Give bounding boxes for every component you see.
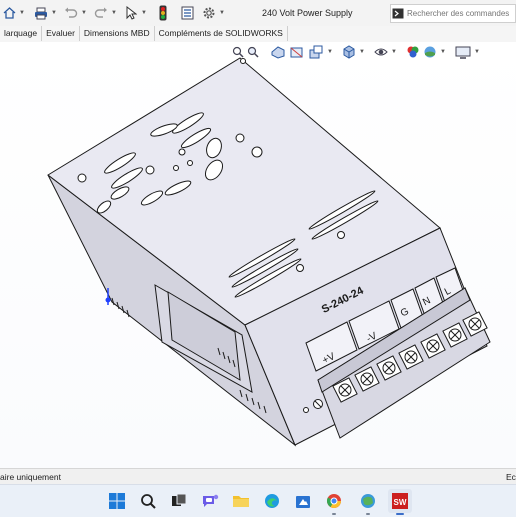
microsoft-store-icon[interactable]: [291, 489, 315, 513]
maps-icon[interactable]: [356, 489, 380, 515]
chevron-down-icon[interactable]: ▼: [19, 10, 25, 16]
status-text: aire uniquement: [0, 472, 61, 482]
heads-up-view-toolbar: ▼ ▼ ▼ ▼ ▼: [232, 44, 480, 60]
edge-browser-icon[interactable]: [260, 489, 284, 513]
home-icon[interactable]: [1, 5, 17, 21]
search-icon[interactable]: [136, 489, 160, 513]
svg-text:SW: SW: [394, 498, 407, 507]
tab-dimensions-mbd[interactable]: Dimensions MBD: [80, 26, 155, 41]
chevron-down-icon[interactable]: ▼: [474, 49, 480, 55]
window-title: 240 Volt Power Supply: [262, 8, 353, 18]
tab-evaluer[interactable]: Evaluer: [42, 26, 80, 41]
chevron-down-icon[interactable]: ▼: [219, 10, 225, 16]
command-search[interactable]: [390, 4, 516, 23]
view-settings-icon[interactable]: [455, 45, 471, 59]
search-input[interactable]: [405, 9, 513, 18]
chevron-down-icon[interactable]: ▼: [81, 10, 87, 16]
file-explorer-icon[interactable]: [229, 489, 253, 513]
chevron-down-icon[interactable]: ▼: [391, 49, 397, 55]
options-gear-icon[interactable]: [201, 5, 217, 21]
tab-marquage[interactable]: larquage: [0, 26, 43, 41]
view-orientation-icon[interactable]: [342, 45, 356, 59]
undo-icon[interactable]: [63, 5, 79, 21]
select-arrow-icon[interactable]: [123, 5, 139, 21]
title-bar: ▼ ▼ ▼ ▼ ▼ ▼ 240 Volt Power Supply: [0, 0, 516, 27]
graphics-area[interactable]: S-240-24 +V -V G N L ▼ ▼ ▼ ▼ ▼: [0, 42, 516, 468]
section-view-icon[interactable]: [289, 45, 305, 59]
zoom-area-icon[interactable]: [247, 45, 259, 59]
apply-scene-icon[interactable]: [423, 45, 437, 59]
task-view-icon[interactable]: [167, 489, 191, 513]
power-supply-model[interactable]: S-240-24 +V -V G N L: [0, 42, 516, 468]
command-prompt-icon: [391, 5, 405, 22]
previous-view-icon[interactable]: [270, 45, 286, 59]
solidworks-app-icon[interactable]: SW: [388, 489, 412, 515]
edit-appearance-icon[interactable]: [406, 45, 420, 59]
file-properties-icon[interactable]: [179, 5, 195, 21]
quick-access-toolbar: ▼ ▼ ▼ ▼ ▼ ▼: [1, 5, 225, 21]
status-units[interactable]: Ec: [506, 472, 516, 482]
chrome-browser-icon[interactable]: [322, 489, 346, 515]
redo-icon[interactable]: [93, 5, 109, 21]
chevron-down-icon[interactable]: ▼: [359, 49, 365, 55]
print-icon[interactable]: [33, 5, 49, 21]
command-manager-tabs: larquage Evaluer Dimensions MBD Compléme…: [0, 26, 516, 43]
chevron-down-icon[interactable]: ▼: [327, 49, 333, 55]
chevron-down-icon[interactable]: ▼: [440, 49, 446, 55]
windows-start-icon[interactable]: [105, 489, 129, 513]
tab-complements-solidworks[interactable]: Compléments de SOLIDWORKS: [155, 26, 288, 41]
chevron-down-icon[interactable]: ▼: [141, 10, 147, 16]
teams-chat-icon[interactable]: [198, 489, 222, 513]
rebuild-traffic-light-icon[interactable]: [155, 5, 171, 21]
display-style-icon[interactable]: [374, 45, 388, 59]
chevron-down-icon[interactable]: ▼: [51, 10, 57, 16]
chevron-down-icon[interactable]: ▼: [111, 10, 117, 16]
zoom-to-fit-icon[interactable]: [232, 45, 244, 59]
dynamic-annotation-icon[interactable]: [308, 45, 324, 59]
status-bar: aire uniquement Ec: [0, 468, 516, 485]
windows-taskbar: SW: [0, 484, 516, 517]
